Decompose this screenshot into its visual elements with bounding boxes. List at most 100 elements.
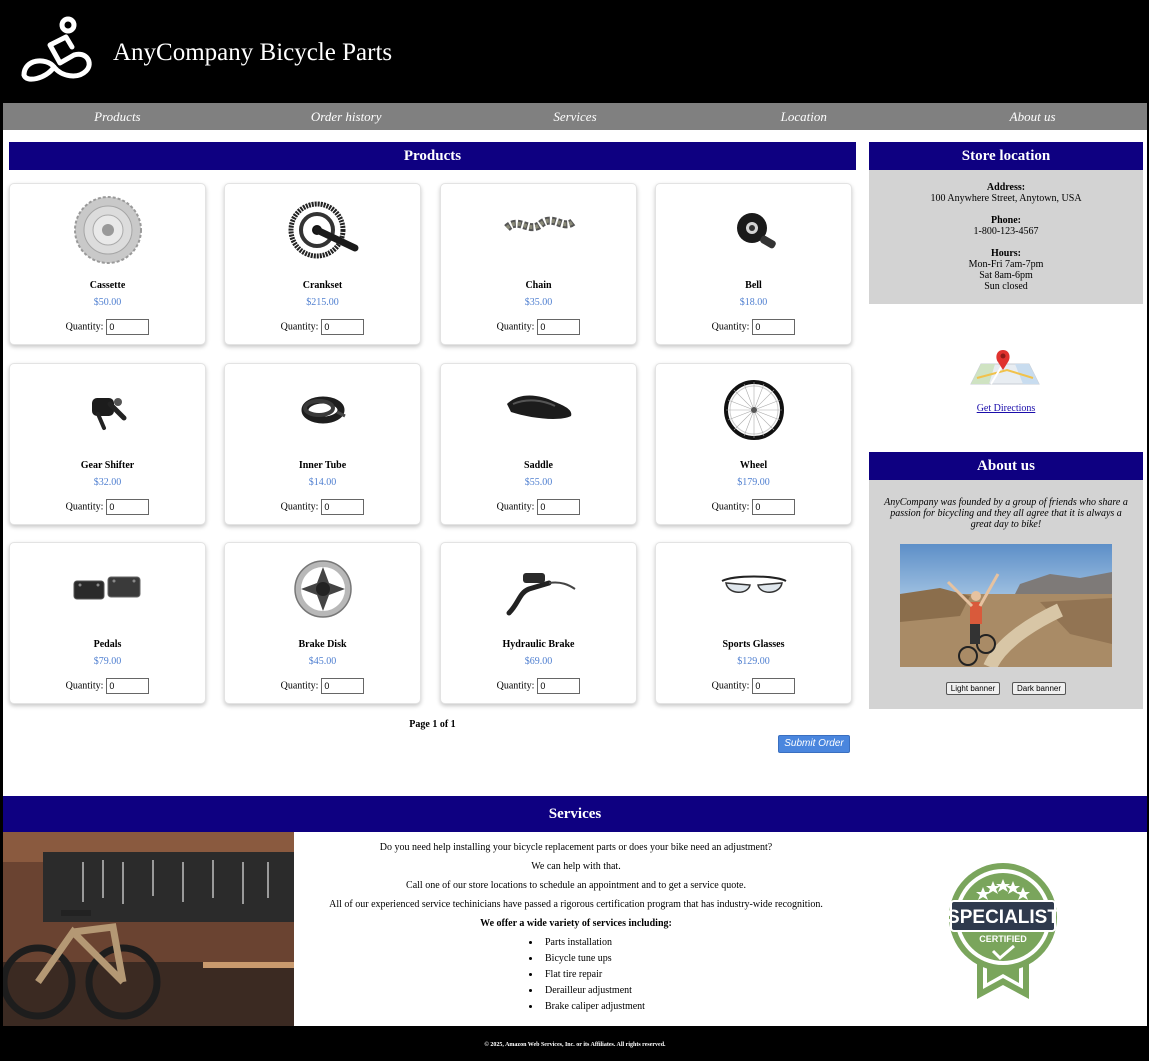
product-card: Inner Tube $14.00 Quantity: [224, 363, 421, 525]
address-value: 100 Anywhere Street, Anytown, USA [930, 193, 1082, 204]
quantity-row: Quantity: [10, 499, 205, 515]
cyclist-photo [900, 544, 1112, 667]
product-price: $79.00 [93, 656, 122, 667]
product-name: Cassette [89, 280, 126, 291]
quantity-input[interactable] [106, 319, 150, 335]
product-name: Brake Disk [298, 639, 347, 650]
sports-glasses-image [721, 575, 787, 593]
dark-banner-button[interactable]: Dark banner [1012, 682, 1066, 695]
products-heading: Products [9, 142, 856, 170]
badge-title: SPECIALIST [947, 907, 1059, 928]
crankset-image [288, 201, 359, 259]
services-line-1: Do you need help installing your bicycle… [379, 842, 773, 853]
services-list: Parts installation Bicycle tune ups Flat… [501, 937, 651, 1012]
product-price: $32.00 [93, 477, 122, 488]
badge-subtitle: CERTIFIED [979, 934, 1027, 944]
brake-disk-image [294, 560, 352, 618]
light-banner-button[interactable]: Light banner [946, 682, 1000, 695]
quantity-row: Quantity: [656, 499, 851, 515]
quantity-label: Quantity: [280, 501, 319, 513]
hours-saturday: Sat 8am-6pm [979, 270, 1033, 281]
product-name: Wheel [739, 460, 768, 471]
quantity-input[interactable] [752, 319, 796, 335]
product-name: Inner Tube [298, 460, 347, 471]
product-price: $50.00 [93, 297, 122, 308]
quantity-row: Quantity: [441, 319, 636, 335]
quantity-row: Quantity: [656, 319, 851, 335]
nav-location[interactable]: Location [689, 103, 918, 130]
quantity-row: Quantity: [225, 678, 420, 694]
cyclist-logo-icon[interactable] [16, 15, 96, 85]
quantity-input[interactable] [752, 499, 796, 515]
product-card: Crankset $215.00 Quantity: [224, 183, 421, 345]
quantity-label: Quantity: [280, 321, 319, 333]
quantity-label: Quantity: [280, 680, 319, 692]
quantity-input[interactable] [106, 678, 150, 694]
quantity-input[interactable] [321, 499, 365, 515]
list-item: Brake caliper adjustment [541, 1001, 651, 1012]
quantity-label: Quantity: [496, 501, 535, 513]
quantity-row: Quantity: [225, 499, 420, 515]
map-icon[interactable] [967, 348, 1043, 386]
about-us-text: AnyCompany was founded by a group of fri… [884, 497, 1128, 530]
quantity-input[interactable] [321, 319, 365, 335]
product-card: Bell $18.00 Quantity: [655, 183, 852, 345]
page: AnyCompany Bicycle Parts Products Order … [3, 3, 1147, 1059]
quantity-input[interactable] [537, 499, 581, 515]
product-name: Crankset [302, 280, 343, 291]
gear-shifter-image [92, 398, 127, 430]
list-item: Parts installation [541, 937, 651, 948]
address-label: Address: [986, 182, 1026, 193]
wheel-image [724, 380, 784, 440]
quantity-label: Quantity: [65, 321, 104, 333]
services-line-2: We can help with that. [531, 861, 621, 872]
site-header: AnyCompany Bicycle Parts [3, 3, 1147, 103]
quantity-row: Quantity: [225, 319, 420, 335]
services-line-4: All of our experienced service techinici… [329, 899, 823, 910]
quantity-row: Quantity: [441, 678, 636, 694]
quantity-label: Quantity: [496, 680, 535, 692]
store-location-panel: Address: 100 Anywhere Street, Anytown, U… [869, 170, 1143, 304]
product-card: Gear Shifter $32.00 Quantity: [9, 363, 206, 525]
quantity-input[interactable] [106, 499, 150, 515]
product-price: $45.00 [308, 656, 337, 667]
product-card: Pedals $79.00 Quantity: [9, 542, 206, 704]
submit-order-button[interactable]: Submit Order [778, 735, 850, 753]
services-list-heading: We offer a wide variety of services incl… [480, 918, 672, 929]
hours-sunday: Sun closed [984, 281, 1028, 292]
quantity-label: Quantity: [711, 680, 750, 692]
about-us-panel: AnyCompany was founded by a group of fri… [869, 480, 1143, 709]
product-price: $179.00 [737, 477, 770, 488]
product-name: Saddle [524, 460, 553, 471]
product-card: Brake Disk $45.00 Quantity: [224, 542, 421, 704]
bell-image [737, 213, 776, 249]
quantity-input[interactable] [537, 678, 581, 694]
quantity-input[interactable] [321, 678, 365, 694]
product-price: $129.00 [737, 656, 770, 667]
product-name: Gear Shifter [80, 460, 135, 471]
inner-tube-image [301, 396, 346, 424]
product-price: $69.00 [524, 656, 553, 667]
workshop-photo [3, 832, 294, 1026]
get-directions-link[interactable]: Get Directions [869, 403, 1143, 414]
store-location-heading: Store location [869, 142, 1143, 170]
list-item: Flat tire repair [541, 969, 651, 980]
quantity-label: Quantity: [65, 501, 104, 513]
product-price: $35.00 [524, 297, 553, 308]
nav-about-us[interactable]: About us [918, 103, 1147, 130]
services-heading: Services [3, 796, 1147, 832]
quantity-label: Quantity: [496, 321, 535, 333]
site-footer: © 2025, Amazon Web Services, Inc. or its… [3, 1026, 1147, 1059]
quantity-input[interactable] [537, 319, 581, 335]
services-line-3: Call one of our store locations to sched… [406, 880, 746, 891]
product-name: Pedals [93, 639, 122, 650]
product-card: Cassette $50.00 Quantity: [9, 183, 206, 345]
nav-services[interactable]: Services [461, 103, 690, 130]
list-item: Bicycle tune ups [541, 953, 651, 964]
quantity-input[interactable] [752, 678, 796, 694]
pager: Page 1 of 1 [409, 719, 456, 730]
nav-products[interactable]: Products [3, 103, 232, 130]
product-card: Hydraulic Brake $69.00 Quantity: [440, 542, 637, 704]
product-price: $215.00 [306, 297, 339, 308]
nav-order-history[interactable]: Order history [232, 103, 461, 130]
